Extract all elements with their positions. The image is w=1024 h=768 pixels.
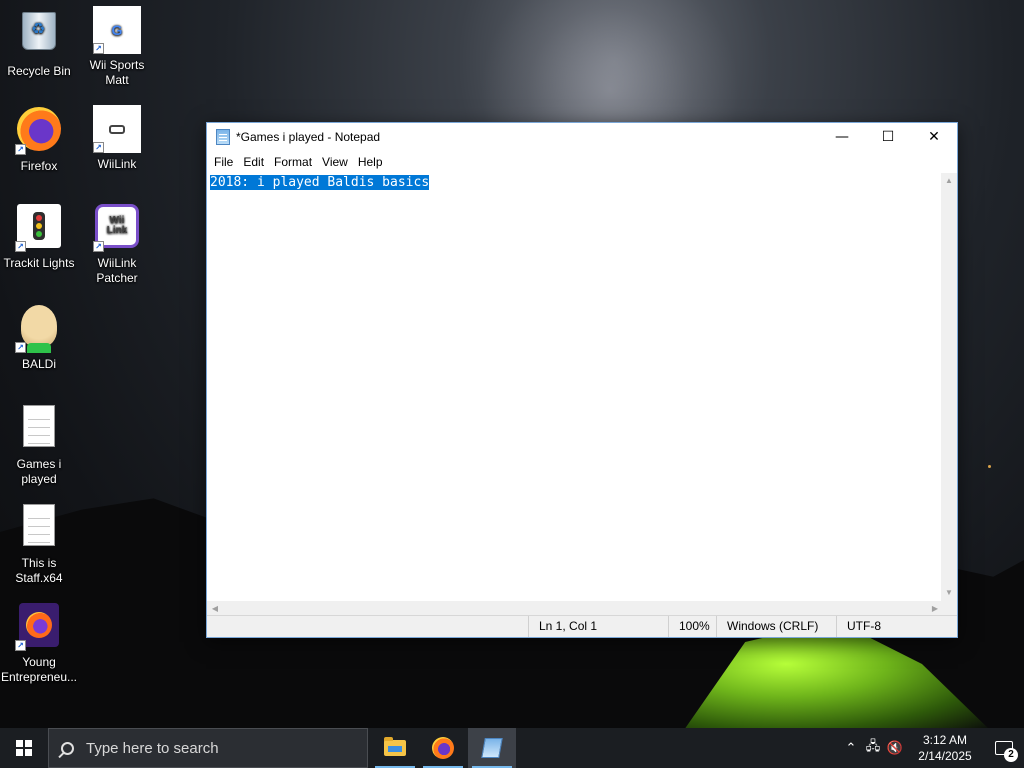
desktop-icon-this-is-staff[interactable]: This is Staff.x64 [0, 501, 78, 586]
start-button[interactable] [0, 728, 48, 768]
status-line-endings: Windows (CRLF) [716, 616, 836, 637]
recycle-bin-icon [22, 12, 56, 50]
notification-count: 2 [1004, 748, 1018, 762]
status-bar: Ln 1, Col 1 100% Windows (CRLF) UTF-8 [207, 615, 957, 637]
menu-view[interactable]: View [317, 155, 353, 169]
scroll-down-icon[interactable]: ▼ [941, 585, 957, 601]
notepad-icon [481, 738, 503, 758]
desktop-icon-label: Firefox [20, 159, 58, 173]
vertical-scrollbar[interactable]: ▲ ▼ [941, 173, 957, 601]
maximize-button[interactable]: ☐ [865, 123, 911, 151]
network-icon[interactable]: 🖧 [862, 737, 884, 759]
text-document-icon [23, 405, 55, 447]
menu-bar: File Edit Format View Help [207, 151, 957, 173]
chevron-up-icon[interactable]: ⌃ [840, 741, 862, 756]
menu-edit[interactable]: Edit [238, 155, 269, 169]
taskbar-firefox[interactable] [419, 728, 467, 768]
shortcut-arrow-icon: ↗ [15, 342, 26, 353]
menu-file[interactable]: File [209, 155, 238, 169]
wallpaper-star [988, 465, 991, 468]
notepad-icon [216, 129, 230, 145]
window-title: *Games i played - Notepad [236, 130, 381, 144]
desktop-icon-label: Trackit Lights [3, 256, 75, 270]
notification-center-button[interactable]: 2 [984, 728, 1024, 768]
desktop-icon-label: This is Staff.x64 [15, 556, 63, 585]
text-editor[interactable]: 2018: i played Baldis basics [207, 173, 943, 601]
shortcut-arrow-icon: ↗ [15, 241, 26, 252]
desktop-icon-label: Wii Sports Matt [89, 58, 145, 87]
desktop-icon-label: Recycle Bin [7, 64, 71, 78]
clock-time: 3:12 AM [922, 733, 968, 747]
desktop-icon-firefox[interactable]: ↗ Firefox [0, 105, 78, 174]
taskbar-search-box[interactable]: Type here to search [48, 728, 368, 768]
shortcut-arrow-icon: ↗ [15, 640, 26, 651]
volume-muted-icon[interactable]: 🔇 [884, 741, 906, 756]
file-explorer-icon [384, 737, 406, 756]
close-button[interactable]: ✕ [911, 123, 957, 151]
desktop-icon-trackit-lights[interactable]: ↗ Trackit Lights [0, 204, 78, 271]
scroll-up-icon[interactable]: ▲ [941, 173, 957, 189]
search-placeholder: Type here to search [86, 739, 219, 757]
status-position: Ln 1, Col 1 [528, 616, 668, 637]
desktop-icon-wiilink[interactable]: ↗ WiiLink [78, 105, 156, 172]
menu-format[interactable]: Format [269, 155, 317, 169]
taskbar-notepad[interactable] [468, 728, 516, 768]
windows-logo-icon [16, 740, 32, 756]
shortcut-arrow-icon: ↗ [93, 142, 104, 153]
title-bar[interactable]: *Games i played - Notepad — ☐ ✕ [207, 123, 957, 151]
shortcut-arrow-icon: ↗ [93, 241, 104, 252]
desktop-icon-label: Games i played [16, 457, 62, 486]
desktop-icon-wiilink-patcher[interactable]: Wii Link ↗ WiiLink Patcher [78, 204, 156, 286]
text-document-icon [23, 504, 55, 546]
system-tray: ⌃ 🖧 🔇 3:12 AM 2/14/2025 2 [840, 728, 1024, 768]
desktop-icon-label: Young Entrepreneu... [0, 655, 78, 684]
desktop-icon-label: WiiLink Patcher [96, 256, 138, 285]
taskbar: Type here to search ⌃ 🖧 🔇 3:12 AM 2/14/2… [0, 728, 1024, 768]
baldi-icon [21, 305, 57, 353]
clock-date: 2/14/2025 [918, 749, 972, 763]
desktop-icon-wii-sports-matt[interactable]: G ↗ Wii Sports Matt [78, 6, 156, 88]
desktop-icon-baldi[interactable]: ↗ BALDi [0, 303, 78, 372]
shortcut-arrow-icon: ↗ [15, 144, 26, 155]
firefox-icon [432, 737, 454, 759]
desktop-icon-young-entrepreneur[interactable]: ↗ Young Entrepreneu... [0, 603, 78, 685]
taskbar-file-explorer[interactable] [371, 728, 419, 768]
selected-text[interactable]: 2018: i played Baldis basics [210, 175, 430, 190]
shortcut-arrow-icon: ↗ [93, 43, 104, 54]
desktop-icon-label: BALDi [21, 357, 56, 371]
search-icon [61, 741, 74, 755]
desktop-icon-label: WiiLink [97, 157, 137, 171]
desktop-icon-recycle-bin[interactable]: Recycle Bin [0, 6, 78, 79]
menu-help[interactable]: Help [353, 155, 388, 169]
minimize-button[interactable]: — [819, 123, 865, 151]
status-encoding: UTF-8 [836, 616, 957, 637]
desktop-icon-games-i-played[interactable]: Games i played [0, 402, 78, 487]
status-zoom: 100% [668, 616, 718, 637]
clock[interactable]: 3:12 AM 2/14/2025 [906, 732, 984, 764]
notepad-window[interactable]: *Games i played - Notepad — ☐ ✕ File Edi… [206, 122, 958, 638]
